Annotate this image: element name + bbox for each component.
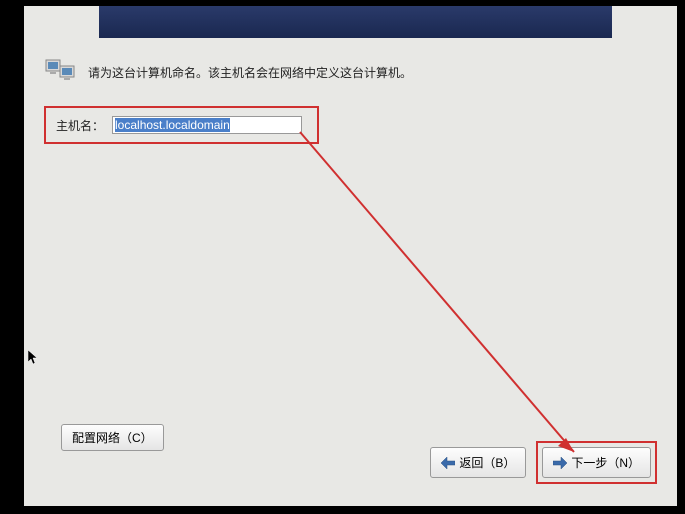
- footer-buttons: 返回（B） 下一步（N）: [430, 441, 657, 484]
- computer-icon: [44, 58, 76, 86]
- arrow-left-icon: [441, 457, 455, 469]
- hostname-label: 主机名：: [56, 117, 104, 134]
- header-bar: [99, 6, 612, 38]
- installer-panel: 请为这台计算机命名。该主机名会在网络中定义这台计算机。 主机名： localho…: [24, 6, 677, 506]
- instruction-text: 请为这台计算机命名。该主机名会在网络中定义这台计算机。: [88, 64, 412, 81]
- config-network-button[interactable]: 配置网络（C）: [61, 424, 164, 451]
- arrow-right-icon: [553, 457, 567, 469]
- hostname-section: 主机名： localhost.localdomain: [44, 106, 319, 144]
- next-button-label: 下一步（N）: [571, 454, 640, 471]
- hostname-input[interactable]: localhost.localdomain: [112, 116, 302, 134]
- back-button-label: 返回（B）: [459, 454, 515, 471]
- next-button[interactable]: 下一步（N）: [542, 447, 651, 478]
- content-area: 请为这台计算机命名。该主机名会在网络中定义这台计算机。 主机名： localho…: [44, 58, 657, 144]
- back-button[interactable]: 返回（B）: [430, 447, 526, 478]
- instruction-row: 请为这台计算机命名。该主机名会在网络中定义这台计算机。: [44, 58, 657, 86]
- mouse-cursor: [28, 350, 40, 366]
- next-button-highlight: 下一步（N）: [536, 441, 657, 484]
